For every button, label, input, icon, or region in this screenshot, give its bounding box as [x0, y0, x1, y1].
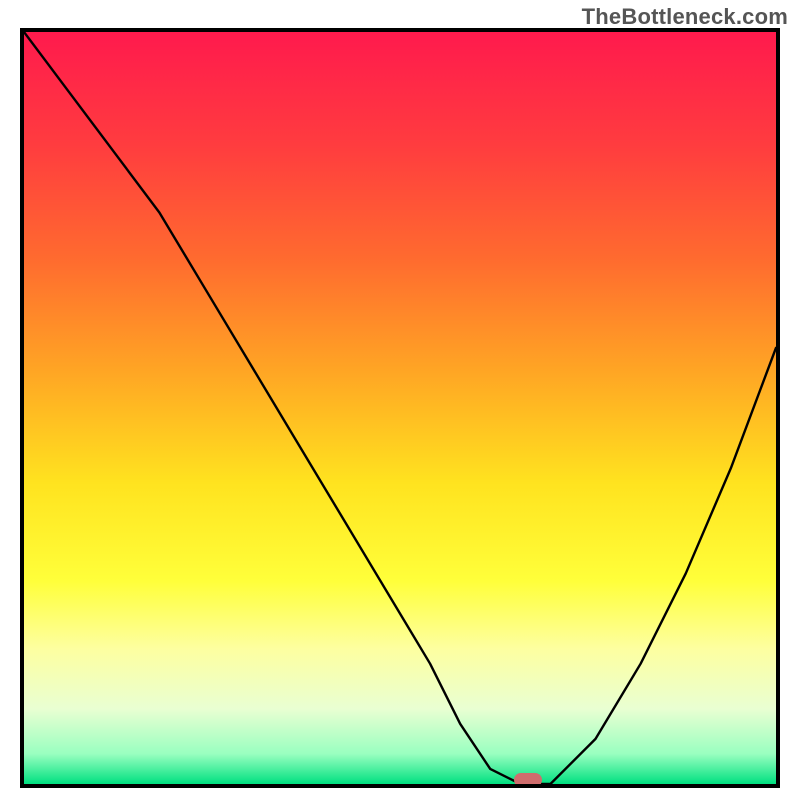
optimal-point-marker	[514, 773, 542, 787]
bottleneck-curve	[24, 32, 776, 784]
watermark-text: TheBottleneck.com	[582, 4, 788, 30]
chart-container: TheBottleneck.com	[0, 0, 800, 800]
plot-area	[20, 28, 780, 788]
